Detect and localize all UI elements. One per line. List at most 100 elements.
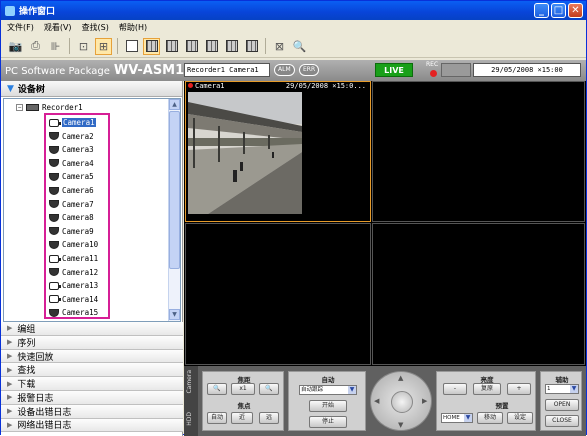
close-button[interactable]: ✕ xyxy=(568,3,583,18)
video-cell-1[interactable]: Camera1 29/05/2008 ×15:0... xyxy=(185,81,371,222)
camera-label: Camera14 xyxy=(62,294,99,304)
tree-collapse-icon[interactable]: − xyxy=(16,104,23,111)
tab-hdd[interactable]: HDD xyxy=(186,412,193,426)
expand-arrow-icon: ▶ xyxy=(7,351,13,360)
preset-move-button[interactable]: 移动 xyxy=(477,412,503,424)
section-menu: ▶ 编组 ▶ 序列 ▶ 快速回放 ▶ 查找 ▶ 下载 ▶ 报警日志 ▶ 设备出错日志 ▶ 网络出错日志 xyxy=(1,322,183,433)
recorder-icon xyxy=(26,104,39,111)
section-item[interactable]: ▶ 编组 xyxy=(1,322,183,336)
camera-node[interactable]: Camera6 xyxy=(49,184,94,197)
menu-help[interactable]: 帮助(H) xyxy=(119,22,147,33)
brightness-reset-button[interactable]: 复原 xyxy=(473,383,501,395)
camera-label: Camera13 xyxy=(62,281,99,291)
focus-near-button[interactable]: 近 xyxy=(231,412,253,424)
layout-1-icon[interactable] xyxy=(123,38,140,55)
menu-search[interactable]: 查找(S) xyxy=(82,22,109,33)
camera-node[interactable]: Camera5 xyxy=(49,170,94,183)
video-cell-2[interactable] xyxy=(372,81,585,222)
camera-node[interactable]: Camera2 xyxy=(49,130,94,143)
zoom-icon[interactable]: 🔍 xyxy=(291,38,308,55)
alarm-indicator[interactable]: ALM xyxy=(274,64,295,76)
camera-control-panel: Camera HDD 焦距 🔍 x1 🔍 焦点 自动 近 远 自动 自动跟踪 ▼ … xyxy=(184,366,586,436)
section-item[interactable]: ▶ 设备出错日志 xyxy=(1,404,183,419)
section-item[interactable]: ▶ 报警日志 xyxy=(1,390,183,405)
camera-node[interactable]: Camera8 xyxy=(49,211,94,224)
layout-13-icon[interactable] xyxy=(223,38,240,55)
tilt-up-icon[interactable]: ▲ xyxy=(398,374,403,382)
aux-open-button[interactable]: OPEN xyxy=(545,399,579,411)
scroll-thumb[interactable] xyxy=(169,111,180,269)
camera-node[interactable]: Camera11 xyxy=(49,252,98,265)
scroll-up-icon[interactable]: ▲ xyxy=(169,99,180,110)
expand-arrow-icon: ▶ xyxy=(7,324,13,333)
recorder-node[interactable]: − Recorder1 xyxy=(16,103,83,112)
error-indicator[interactable]: ERR xyxy=(299,64,320,76)
preset-select[interactable]: HOME ▼ xyxy=(441,413,473,423)
camera-node[interactable]: Camera12 xyxy=(49,266,98,279)
fullscreen-icon[interactable]: ⊠ xyxy=(271,38,288,55)
layout-4-icon[interactable] xyxy=(143,37,160,55)
maximize-button[interactable]: □ xyxy=(551,3,566,18)
camera-node[interactable]: Camera1 xyxy=(49,116,96,129)
zoom-in-icon[interactable]: 🔍 xyxy=(259,383,279,395)
auto-start-button[interactable]: 开始 xyxy=(309,400,347,412)
layout-16-icon[interactable] xyxy=(243,38,260,55)
camera-node[interactable]: Camera7 xyxy=(49,198,94,211)
device-tree-header[interactable]: ▼ 设备树 xyxy=(1,81,182,97)
camera-node[interactable]: Camera3 xyxy=(49,143,94,156)
video-cell-3[interactable] xyxy=(185,223,371,365)
aux-close-button[interactable]: CLOSE xyxy=(545,415,579,427)
recorder-label: Recorder1 xyxy=(42,103,83,112)
auto-mode-select[interactable]: 自动跟踪 ▼ xyxy=(299,385,357,395)
camera-node[interactable]: Camera9 xyxy=(49,225,94,238)
zoom-out-icon[interactable]: 🔍 xyxy=(207,383,227,395)
section-label: 序列 xyxy=(17,338,36,349)
camera-node[interactable]: Camera14 xyxy=(49,293,98,306)
section-item[interactable]: ▶ 快速回放 xyxy=(1,349,183,364)
joystick-center-icon[interactable] xyxy=(391,391,413,413)
fixed-camera-icon xyxy=(49,118,61,127)
left-panel: ▼ 设备树 − Recorder1 Camera1 Camera2 Camera3 C… xyxy=(1,81,183,436)
menu-view[interactable]: 观看(V) xyxy=(44,22,72,33)
section-item[interactable]: ▶ 查找 xyxy=(1,363,183,378)
focus-far-button[interactable]: 远 xyxy=(259,412,279,424)
camera-node[interactable]: Camera10 xyxy=(49,238,98,251)
main-window: 操作窗口 _ □ ✕ 文件(F) 观看(V) 查找(S) 帮助(H) 📷 ⎙ ⊪… xyxy=(0,0,587,436)
menu-file[interactable]: 文件(F) xyxy=(7,22,34,33)
focus-auto-button[interactable]: 自动 xyxy=(207,412,227,424)
tab-camera[interactable]: Camera xyxy=(186,370,193,394)
focus-label: 焦点 xyxy=(237,402,251,410)
minimize-button[interactable]: _ xyxy=(534,3,549,18)
status-bar: PC Software Package WV-ASM100 Recorder1 C… xyxy=(1,60,586,81)
camera-node[interactable]: Camera13 xyxy=(49,279,98,292)
layout-9-icon[interactable] xyxy=(183,38,200,55)
aux-select[interactable]: 1 ▼ xyxy=(545,384,579,394)
layout-7-icon[interactable] xyxy=(163,38,180,55)
brand-label: PC Software Package WV-ASM100 xyxy=(5,63,203,78)
camera-icon[interactable]: 📷 xyxy=(7,38,24,55)
preset-set-button[interactable]: 设定 xyxy=(507,412,533,424)
camera-label: Camera1 xyxy=(62,118,96,127)
plug-icon[interactable]: ⊪ xyxy=(47,38,64,55)
section-item[interactable]: ▶ 网络出错日志 xyxy=(1,418,183,433)
pan-tilt-joystick[interactable]: ▲ ▼ ◀ ▶ xyxy=(370,371,432,431)
section-item[interactable]: ▶ 下载 xyxy=(1,377,183,391)
scroll-down-icon[interactable]: ▼ xyxy=(169,309,180,320)
brightness-minus-button[interactable]: - xyxy=(443,383,467,395)
video-cell-4[interactable] xyxy=(372,223,585,365)
tree-scrollbar[interactable]: ▲ ▼ xyxy=(168,99,180,321)
zoom-x1-button[interactable]: x1 xyxy=(231,383,255,395)
section-item[interactable]: ▶ 序列 xyxy=(1,335,183,350)
camera-node[interactable]: Camera4 xyxy=(49,157,94,170)
folder-tree-icon[interactable]: ⊡ xyxy=(75,38,92,55)
auto-stop-button[interactable]: 停止 xyxy=(309,416,347,428)
layout-10-icon[interactable] xyxy=(203,38,220,55)
pan-right-icon[interactable]: ▶ xyxy=(422,397,427,405)
printer-icon[interactable]: ⎙ xyxy=(27,38,44,55)
brightness-plus-button[interactable]: + xyxy=(507,383,531,395)
camera-node[interactable]: Camera15 xyxy=(49,306,98,319)
dropdown-arrow-icon: ▼ xyxy=(464,414,472,422)
pan-left-icon[interactable]: ◀ xyxy=(374,397,379,405)
tilt-down-icon[interactable]: ▼ xyxy=(398,421,403,429)
folder-tree-active-icon[interactable]: ⊞ xyxy=(95,37,112,55)
